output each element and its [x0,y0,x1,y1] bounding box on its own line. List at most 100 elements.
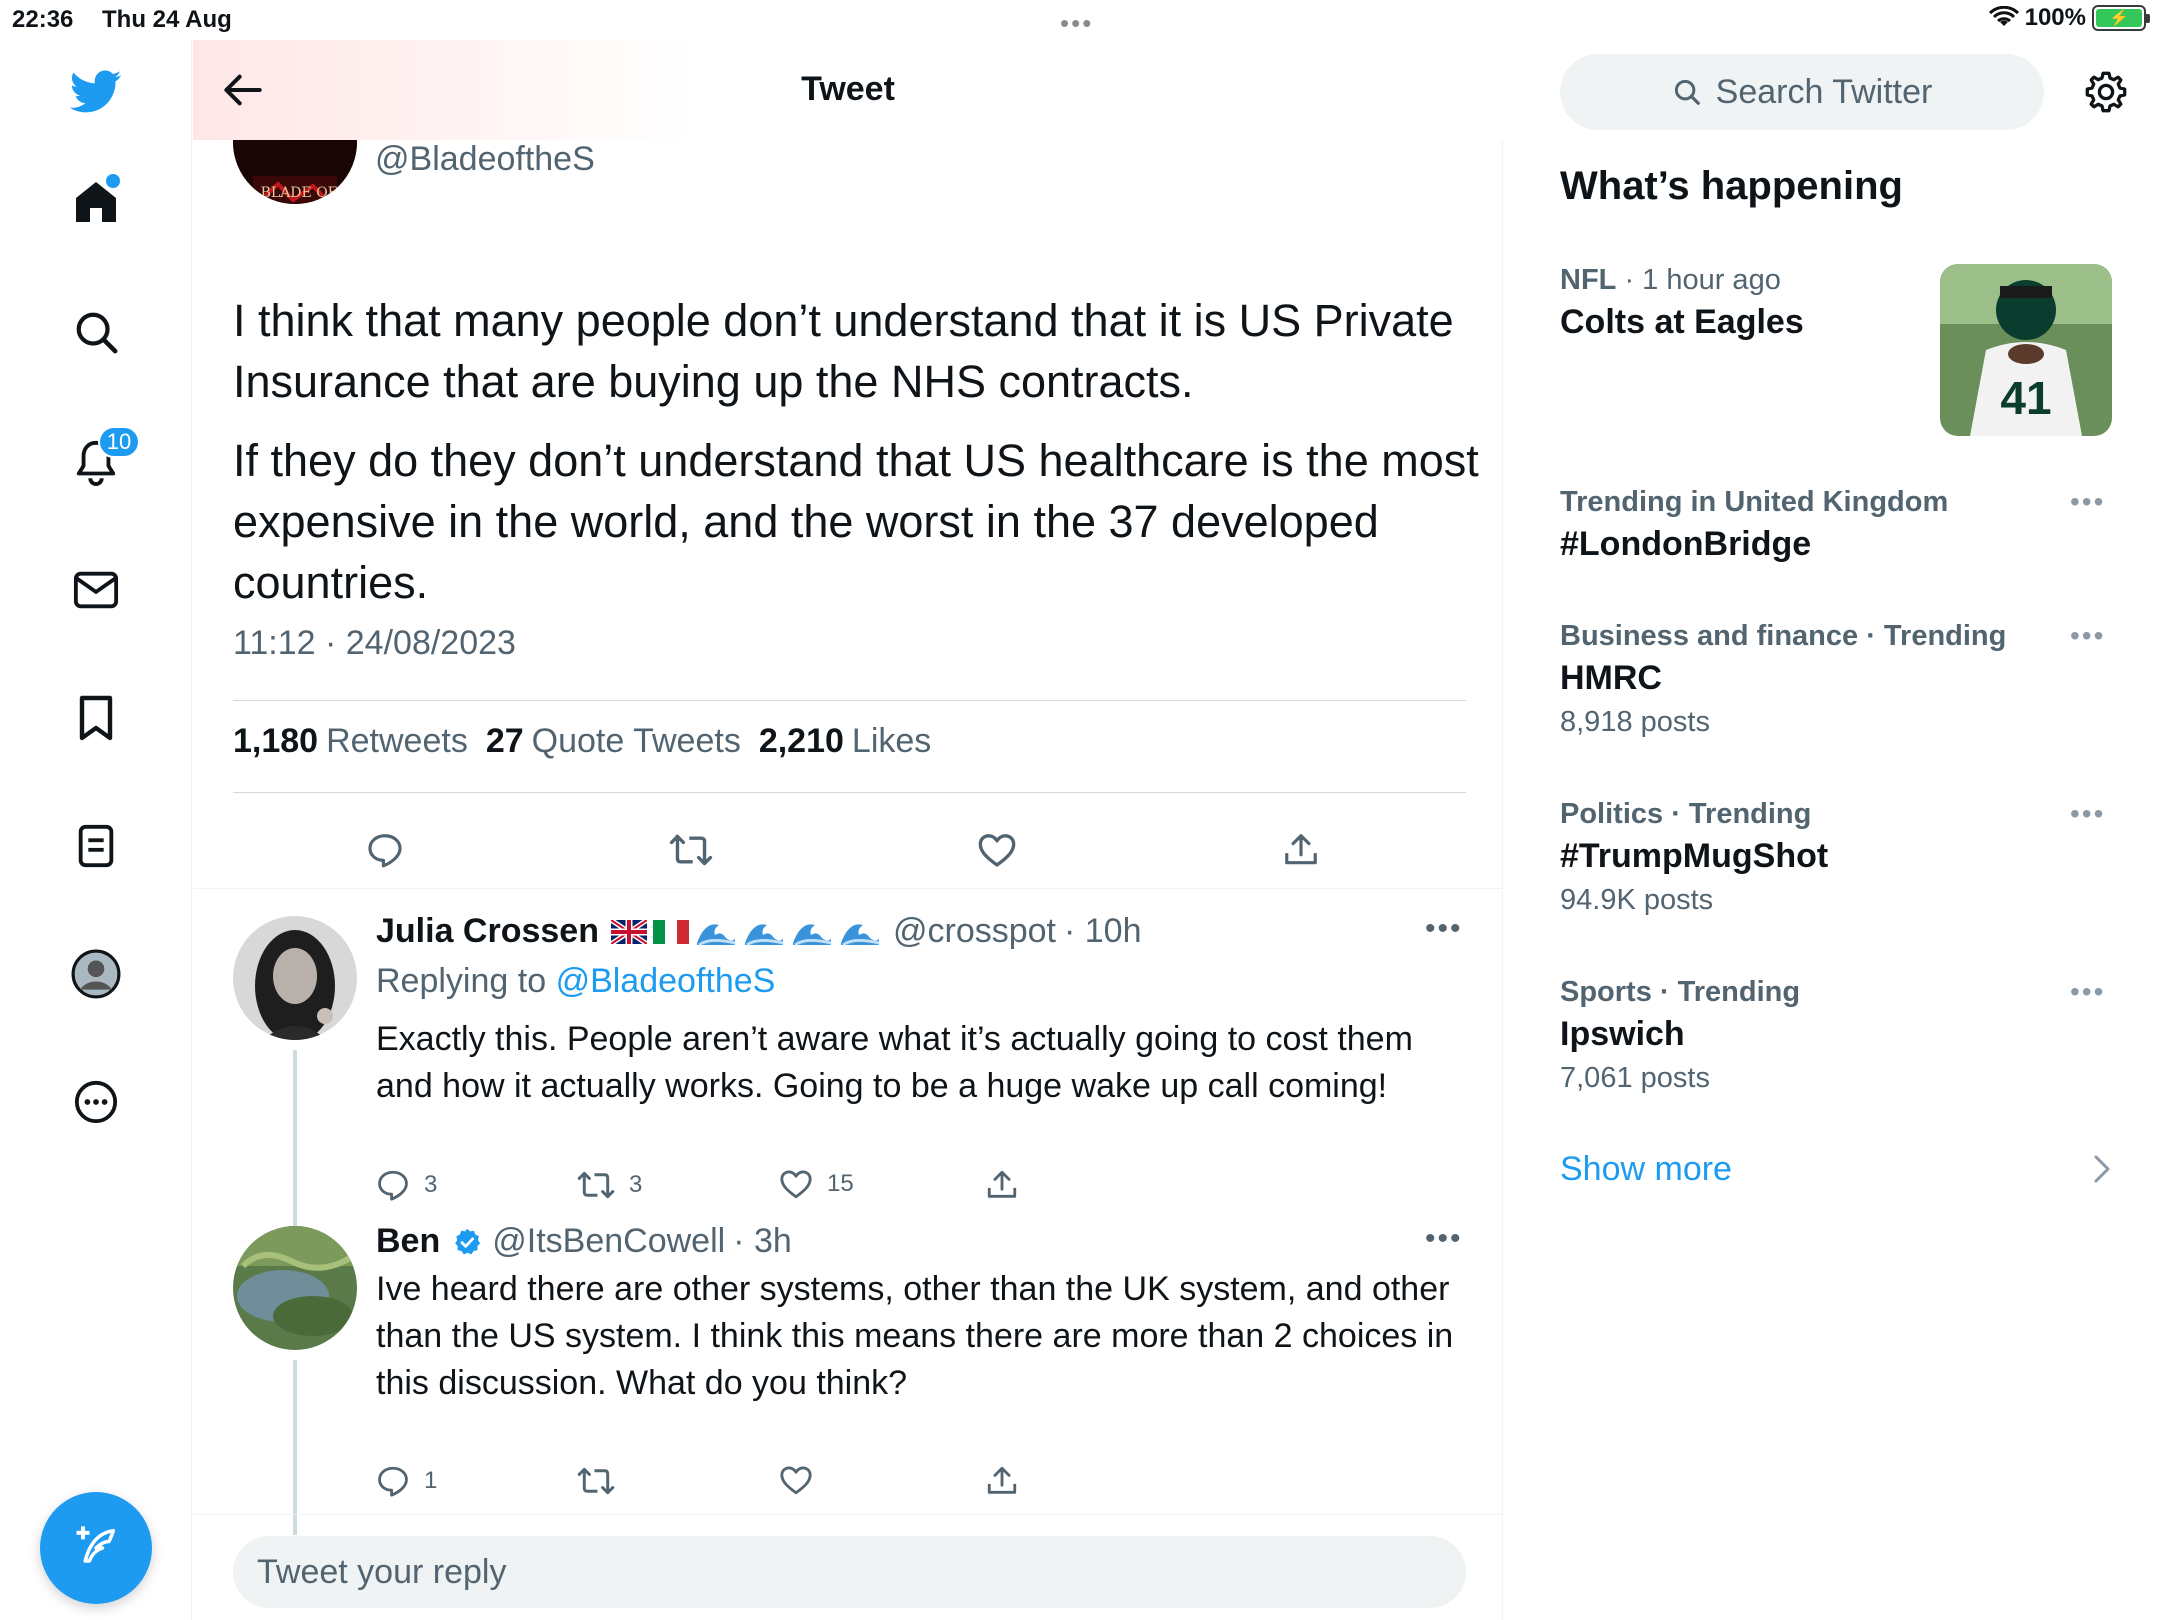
show-more-link[interactable]: Show more [1560,1150,1732,1189]
reply-thread-line-2 [293,1360,297,1535]
reply-1-name-emojis [610,917,881,947]
trend-3-count: 8,918 posts [1560,706,1710,738]
like-button[interactable] [965,822,1029,878]
reply-1-handle[interactable]: @crosspot [893,912,1056,951]
reply-2-avatar[interactable] [233,1226,357,1350]
reply-1-retweet-count: 3 [629,1171,643,1198]
wave-icon [744,923,784,946]
reply-2-author-name[interactable]: Ben [376,1222,440,1261]
trend-1-thumbnail[interactable]: 41 [1940,264,2112,436]
share-button[interactable] [1269,822,1333,878]
page-title: Tweet [801,70,895,108]
trend-item-1[interactable]: NFL · 1 hour ago Colts at Eagles [1560,264,1940,342]
trend-item-3[interactable]: Business and finance · Trending HMRC 8,9… [1560,620,2120,739]
search-input[interactable]: Search Twitter [1560,54,2044,130]
reply-2-reply-count: 1 [424,1467,438,1494]
avatar-lettering: BLADE OF THE [260,185,338,204]
quote-tweets-stat[interactable]: 27 Quote Tweets [486,722,741,761]
tweet-timestamp[interactable]: 11:12 · 24/08/2023 [233,624,516,663]
trend-3-category: Business and finance · Trending [1560,620,2007,652]
reply-1-like-count: 15 [827,1170,854,1197]
quotes-count: 27 [485,722,524,760]
reply-2-text: Ive heard there are other systems, other… [376,1270,1454,1402]
search-icon [1674,79,1700,105]
status-time: 22:36 [12,6,74,33]
stats-divider-top [233,700,1466,701]
wave-icon [696,923,736,946]
tweet-paragraph-1: I think that many people don’t understan… [233,295,1454,407]
reply-1-text: Exactly this. People aren’t aware what i… [376,1020,1413,1105]
more-options-icon[interactable] [64,1070,128,1134]
reply-2-share-button[interactable] [985,1464,1019,1498]
reply-1-more-icon[interactable]: ••• [1425,912,1463,946]
reply-1-reply-button[interactable]: 3 [376,1168,437,1202]
twitter-logo-icon[interactable] [64,60,128,124]
tweet-body: I think that many people don’t understan… [233,290,1483,631]
reply-1-retweet-button[interactable]: 3 [577,1168,642,1202]
left-navigation: 10 [0,40,192,1620]
explore-search-icon[interactable] [64,300,128,364]
settings-gear-icon[interactable] [2078,64,2134,120]
bookmarks-icon[interactable] [64,686,128,750]
search-placeholder: Search Twitter [1715,72,1933,111]
reply-2-time[interactable]: · 3h [733,1222,792,1261]
trend-4-more-icon[interactable]: ••• [2070,798,2105,830]
reply-1-author-name[interactable]: Julia Crossen [376,912,599,951]
reply-2-reply-button[interactable]: 1 [376,1464,437,1498]
reply-2-retweet-button[interactable] [577,1464,629,1498]
trend-item-4[interactable]: Politics · Trending #TrumpMugShot 94.9K … [1560,798,2120,917]
trend-2-name: #LondonBridge [1560,525,1812,563]
reply-2-handle[interactable]: @ItsBenCowell [492,1222,725,1261]
reply-placeholder: Tweet your reply [257,1552,507,1591]
lists-icon[interactable] [64,814,128,878]
reply-1-avatar[interactable] [233,916,357,1040]
trend-1-category: NFL [1560,264,1617,296]
heart-icon [780,1466,812,1495]
trend-1-name: Colts at Eagles [1560,303,1804,341]
multitasking-dots-icon[interactable]: ••• [1060,8,1093,39]
battery-percent: 100% [2024,4,2086,31]
italy-flag-icon [652,919,689,944]
compose-tweet-button[interactable] [40,1492,152,1604]
trend-2-more-icon[interactable]: ••• [2070,486,2105,518]
tweet-header: Tweet [193,40,1503,140]
reply-1-reply-count: 3 [424,1171,438,1198]
uk-flag-icon [610,919,647,944]
reply-icon [378,1170,408,1201]
status-right: 100% ⚡ [1988,4,2150,32]
trend-5-more-icon[interactable]: ••• [2070,976,2105,1008]
messages-envelope-icon[interactable] [64,558,128,622]
trend-4-name: #TrumpMugShot [1560,837,1829,875]
tweet-reply-input[interactable]: Tweet your reply [233,1536,1466,1608]
retweets-stat[interactable]: 1,180 Retweets [233,722,468,761]
trend-item-5[interactable]: Sports · Trending Ipswich 7,061 posts [1560,976,2120,1095]
replying-to-handle-link[interactable]: @BladeoftheS [556,962,776,1000]
profile-avatar-icon[interactable] [64,942,128,1006]
reply-button[interactable] [353,822,417,878]
reply-2-more-icon[interactable]: ••• [1425,1222,1463,1256]
battery-icon: ⚡ [2092,5,2150,31]
wave-icon [792,923,832,946]
retweets-label: Retweets [326,722,468,760]
compose-feather-icon [76,1526,116,1563]
stats-divider-bottom [233,792,1466,793]
trend-5-count: 7,061 posts [1560,1062,1710,1094]
retweet-icon [577,1467,615,1495]
reply-2-like-button[interactable] [779,1464,827,1496]
trend-3-more-icon[interactable]: ••• [2070,620,2105,652]
likes-stat[interactable]: 2,210 Likes [759,722,931,761]
retweet-button[interactable] [659,822,723,878]
retweet-icon [577,1171,615,1199]
likes-count: 2,210 [758,722,844,760]
tweet-author-handle[interactable]: @BladeoftheS [375,140,595,179]
right-sidebar: Search Twitter What’s happening NFL · 1 … [1504,40,2160,1620]
share-icon [1285,834,1317,865]
share-icon [987,1466,1017,1494]
reply-1-like-button[interactable]: 15 [779,1168,854,1200]
reply-1-share-button[interactable] [985,1168,1019,1202]
reply-1-time[interactable]: · 10h [1064,912,1142,951]
retweet-icon [669,834,713,866]
reply-2-header: Ben @ItsBenCowell · 3h [376,1222,792,1261]
chevron-right-icon[interactable] [2092,1154,2112,1184]
trend-item-2[interactable]: Trending in United Kingdom #LondonBridge [1560,486,2120,564]
